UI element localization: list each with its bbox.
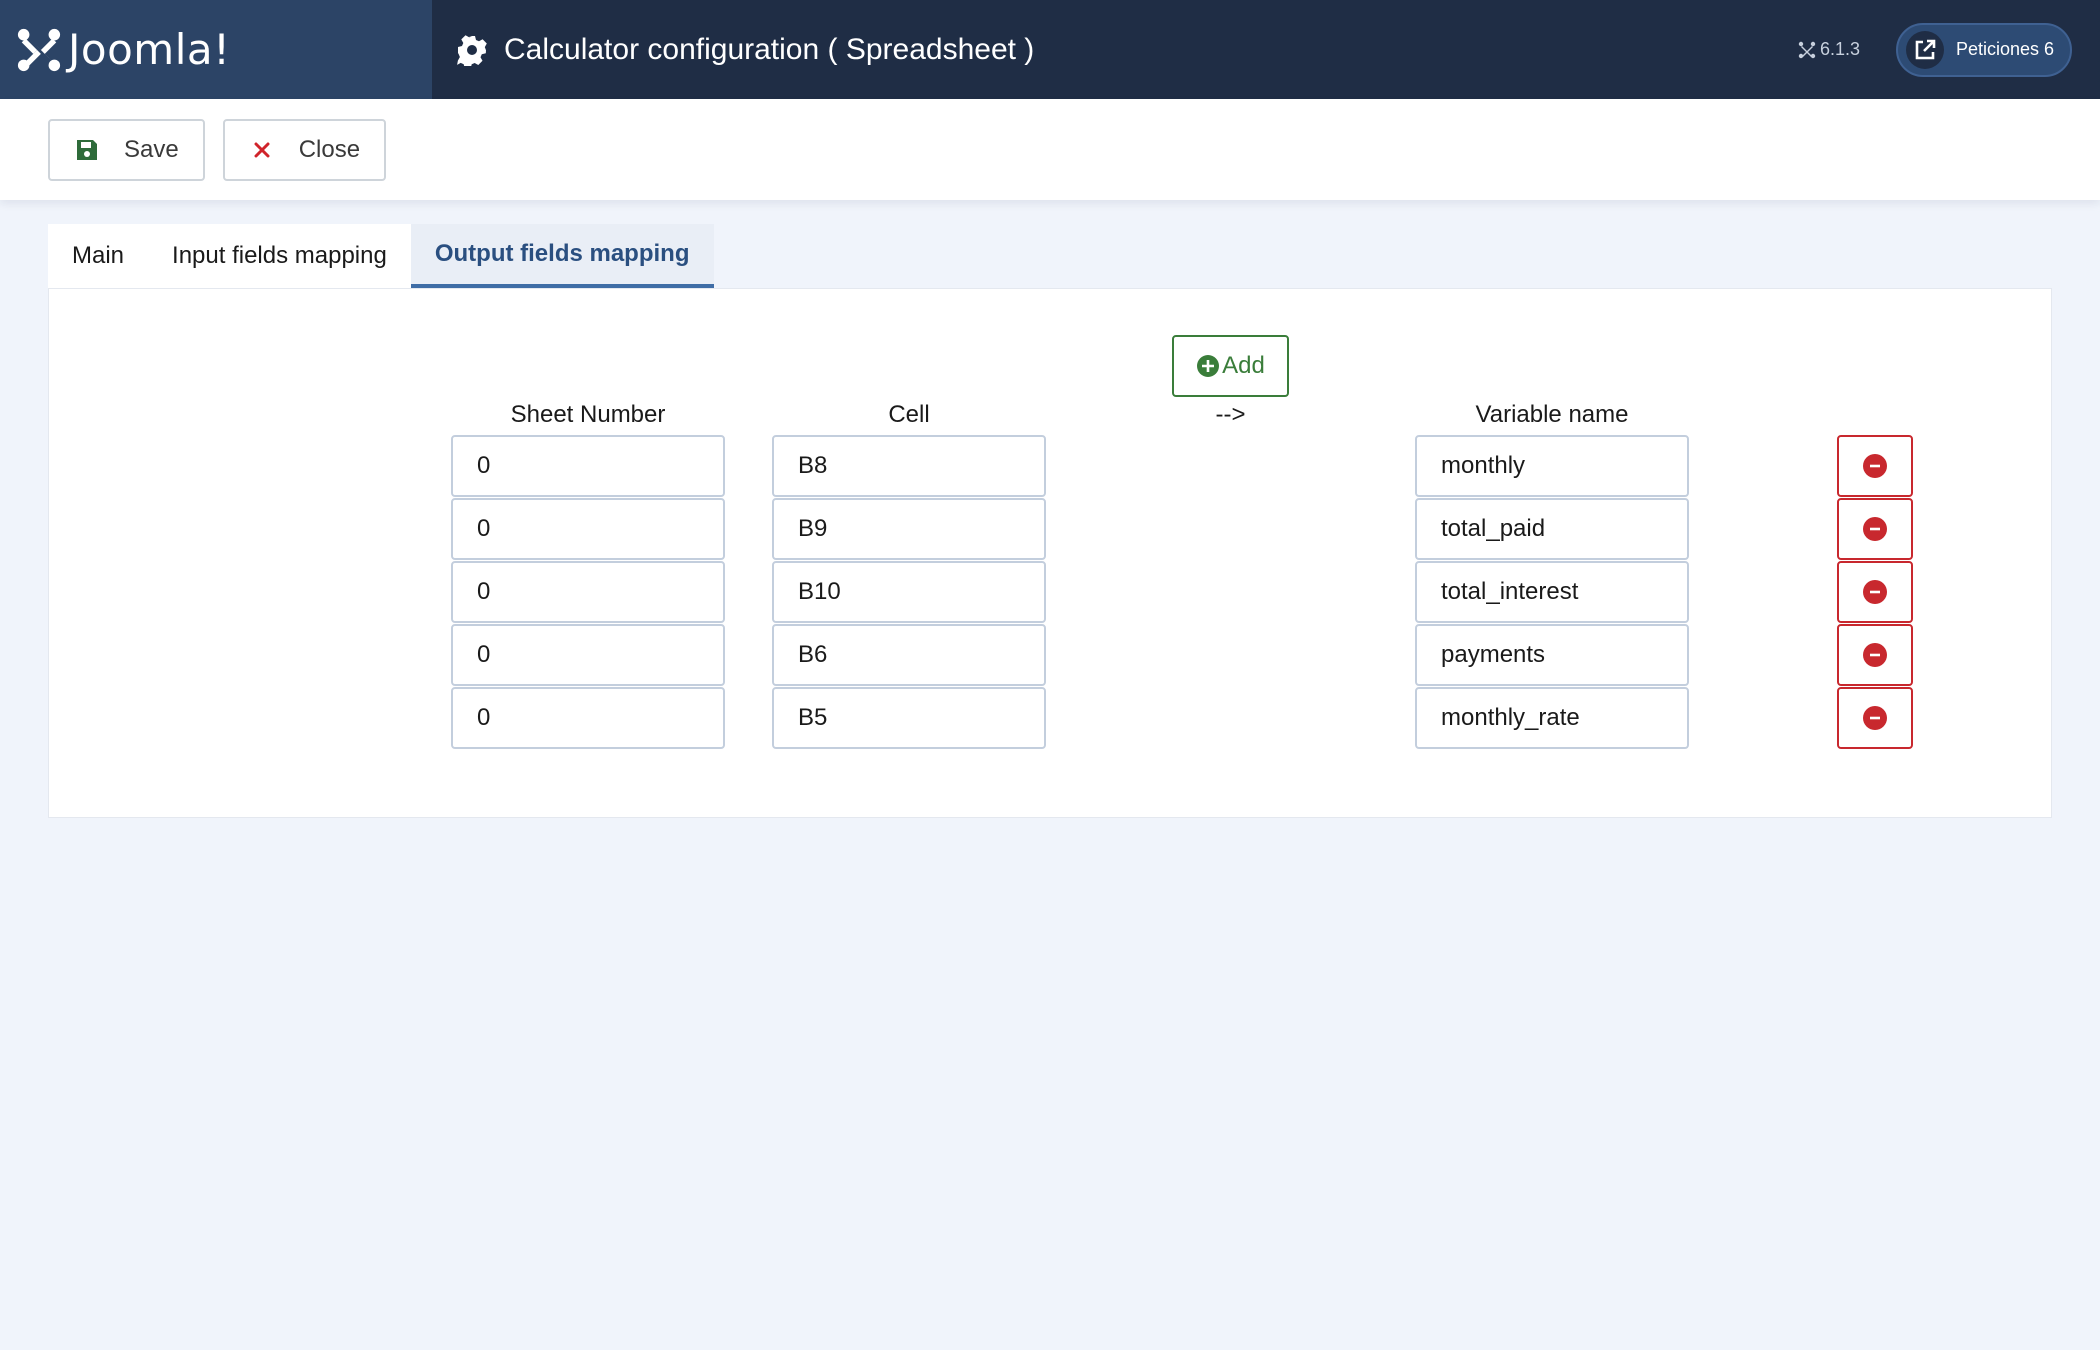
peticiones-button[interactable]: Peticiones 6 bbox=[1896, 22, 2072, 77]
remove-row-button[interactable] bbox=[1837, 435, 1913, 497]
joomla-small-icon bbox=[1798, 41, 1816, 58]
sheet-number-input[interactable] bbox=[451, 624, 725, 686]
save-button[interactable]: Save bbox=[48, 118, 205, 181]
remove-row-button[interactable] bbox=[1837, 687, 1913, 749]
x-icon bbox=[254, 142, 270, 157]
column-header-variable: Variable name bbox=[1475, 401, 1629, 428]
variable-name-input[interactable] bbox=[1415, 687, 1689, 749]
column-header-cell: Cell bbox=[888, 401, 930, 428]
tab-bar: Main Input fields mapping Output fields … bbox=[48, 224, 714, 288]
external-link-icon bbox=[1915, 39, 1936, 59]
minus-circle-icon bbox=[1863, 454, 1887, 478]
cell-input[interactable] bbox=[772, 561, 1046, 623]
remove-row-button[interactable] bbox=[1837, 498, 1913, 560]
column-header-arrow: --> bbox=[1215, 401, 1246, 428]
brand[interactable]: Joomla! bbox=[0, 0, 432, 99]
cell-input[interactable] bbox=[772, 435, 1046, 497]
variable-name-input[interactable] bbox=[1415, 624, 1689, 686]
page-title: Calculator configuration ( Spreadsheet ) bbox=[504, 32, 1035, 66]
tab-output-fields-mapping[interactable]: Output fields mapping bbox=[410, 224, 714, 288]
cell-input[interactable] bbox=[772, 624, 1046, 686]
minus-circle-icon bbox=[1863, 580, 1887, 604]
output-mapping-panel: Add Sheet Number Cell --> Variable name bbox=[48, 288, 2052, 818]
column-header-sheet: Sheet Number bbox=[510, 401, 666, 428]
sheet-number-input[interactable] bbox=[451, 561, 725, 623]
sheet-number-input[interactable] bbox=[451, 498, 725, 560]
cell-input[interactable] bbox=[772, 498, 1046, 560]
variable-name-input[interactable] bbox=[1415, 435, 1689, 497]
header-bar: Joomla! Calculator configuration ( Sprea… bbox=[0, 0, 2100, 99]
version-number: 6.1.3 bbox=[1819, 39, 1860, 59]
minus-circle-icon bbox=[1863, 517, 1887, 541]
toolbar: Save Close bbox=[0, 99, 2100, 200]
joomla-logo-icon bbox=[17, 28, 61, 71]
sheet-number-input[interactable] bbox=[451, 687, 725, 749]
add-label: Add bbox=[1222, 352, 1265, 379]
close-button[interactable]: Close bbox=[222, 118, 387, 181]
minus-circle-icon bbox=[1863, 643, 1887, 667]
variable-name-input[interactable] bbox=[1415, 498, 1689, 560]
minus-circle-icon bbox=[1863, 706, 1887, 730]
variable-name-input[interactable] bbox=[1415, 561, 1689, 623]
cell-input[interactable] bbox=[772, 687, 1046, 749]
peticiones-label: Peticiones 6 bbox=[1956, 39, 2055, 59]
remove-row-button[interactable] bbox=[1837, 561, 1913, 623]
tab-main[interactable]: Main bbox=[48, 224, 148, 288]
version-info: 6.1.3 bbox=[1798, 39, 1860, 60]
peticiones-icon-wrap bbox=[1906, 30, 1944, 69]
close-label: Close bbox=[298, 135, 361, 163]
add-button[interactable]: Add bbox=[1172, 335, 1289, 397]
remove-row-button[interactable] bbox=[1837, 624, 1913, 686]
title-area: Calculator configuration ( Spreadsheet ) bbox=[456, 33, 1798, 67]
brand-name: Joomla! bbox=[68, 25, 231, 74]
floppy-disk-icon bbox=[77, 139, 97, 160]
gear-icon bbox=[457, 34, 487, 66]
sheet-number-input[interactable] bbox=[451, 435, 725, 497]
plus-circle-icon bbox=[1197, 355, 1220, 377]
tab-input-fields-mapping[interactable]: Input fields mapping bbox=[148, 224, 411, 288]
save-label: Save bbox=[124, 135, 179, 163]
